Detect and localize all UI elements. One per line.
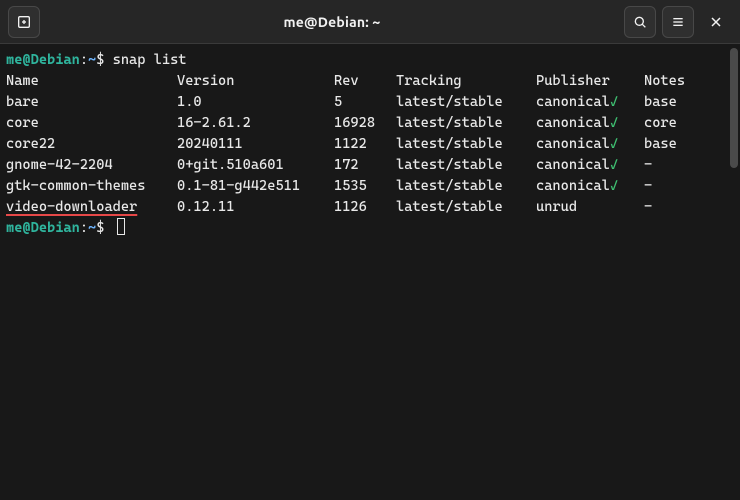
prompt-host: @Debian — [22, 220, 79, 236]
package-tracking: latest/stable — [396, 134, 536, 155]
package-rev: 1122 — [334, 134, 396, 155]
package-version: 1.0 — [177, 92, 334, 113]
prompt-path: ~ — [88, 52, 96, 68]
search-button[interactable] — [624, 6, 656, 38]
package-tracking: latest/stable — [396, 197, 536, 218]
prompt-host: @Debian — [22, 52, 79, 68]
package-rev: 1535 — [334, 176, 396, 197]
package-version: 0+git.510a601 — [177, 155, 334, 176]
prompt-line: me@Debian:~$ — [6, 218, 732, 239]
package-version: 20240111 — [177, 134, 334, 155]
prompt-colon: : — [80, 220, 88, 236]
package-version: 0.1-81-g442e511 — [177, 176, 334, 197]
menu-button[interactable] — [662, 6, 694, 38]
package-rev: 5 — [334, 92, 396, 113]
scrollbar-thumb[interactable] — [730, 48, 738, 168]
package-tracking: latest/stable — [396, 155, 536, 176]
col-name: Name — [6, 71, 177, 92]
package-name: core — [6, 113, 177, 134]
package-publisher: canonical✓ — [536, 176, 644, 197]
package-tracking: latest/stable — [396, 176, 536, 197]
package-notes: - — [644, 176, 652, 197]
package-notes: - — [644, 197, 652, 218]
verified-check-icon: ✓ — [610, 136, 618, 152]
prompt-user: me — [6, 220, 22, 236]
package-publisher: canonical✓ — [536, 134, 644, 155]
package-rev: 172 — [334, 155, 396, 176]
package-tracking: latest/stable — [396, 113, 536, 134]
table-header: NameVersionRevTrackingPublisherNotes — [6, 71, 732, 92]
table-row: gtk-common-themes0.1-81-g442e5111535late… — [6, 176, 732, 197]
titlebar: me@Debian: ~ — [0, 0, 740, 44]
package-notes: - — [644, 155, 652, 176]
package-publisher: canonical✓ — [536, 113, 644, 134]
prompt-path: ~ — [88, 220, 96, 236]
package-rev: 1126 — [334, 197, 396, 218]
package-name: core22 — [6, 134, 177, 155]
col-rev: Rev — [334, 71, 396, 92]
hamburger-icon — [670, 14, 686, 30]
close-icon — [708, 14, 724, 30]
package-rev: 16928 — [334, 113, 396, 134]
verified-check-icon: ✓ — [610, 178, 618, 194]
new-tab-button[interactable] — [8, 6, 40, 38]
package-name: bare — [6, 92, 177, 113]
table-row: video-downloader0.12.111126latest/stable… — [6, 197, 732, 218]
col-notes: Notes — [644, 71, 685, 92]
close-button[interactable] — [700, 6, 732, 38]
package-notes: base — [644, 92, 677, 113]
package-version: 0.12.11 — [177, 197, 334, 218]
table-row: gnome-42-22040+git.510a601172latest/stab… — [6, 155, 732, 176]
package-publisher: unrud — [536, 197, 644, 218]
search-icon — [632, 14, 648, 30]
col-publisher: Publisher — [536, 71, 644, 92]
package-name-highlighted: video-downloader — [6, 197, 177, 218]
prompt-user: me — [6, 52, 22, 68]
table-row: core16-2.61.216928latest/stablecanonical… — [6, 113, 732, 134]
package-notes: core — [644, 113, 677, 134]
verified-check-icon: ✓ — [610, 115, 618, 131]
package-name: gnome-42-2204 — [6, 155, 177, 176]
verified-check-icon: ✓ — [610, 157, 618, 173]
col-version: Version — [177, 71, 334, 92]
command-line: me@Debian:~$ snap list — [6, 50, 732, 71]
package-name: gtk-common-themes — [6, 176, 177, 197]
plus-box-icon — [16, 14, 32, 30]
package-version: 16-2.61.2 — [177, 113, 334, 134]
table-row: bare1.05latest/stablecanonical✓base — [6, 92, 732, 113]
window-title: me@Debian: ~ — [283, 14, 380, 30]
prompt-colon: : — [80, 52, 88, 68]
package-publisher: canonical✓ — [536, 92, 644, 113]
prompt-dollar: $ — [96, 52, 112, 68]
cursor — [117, 218, 125, 235]
package-notes: base — [644, 134, 677, 155]
prompt-dollar: $ — [96, 220, 112, 236]
table-row: core22202401111122latest/stablecanonical… — [6, 134, 732, 155]
col-tracking: Tracking — [396, 71, 536, 92]
command-text: snap list — [113, 52, 187, 68]
package-tracking: latest/stable — [396, 92, 536, 113]
terminal-output[interactable]: me@Debian:~$ snap listNameVersionRevTrac… — [0, 44, 740, 500]
package-publisher: canonical✓ — [536, 155, 644, 176]
verified-check-icon: ✓ — [610, 94, 618, 110]
